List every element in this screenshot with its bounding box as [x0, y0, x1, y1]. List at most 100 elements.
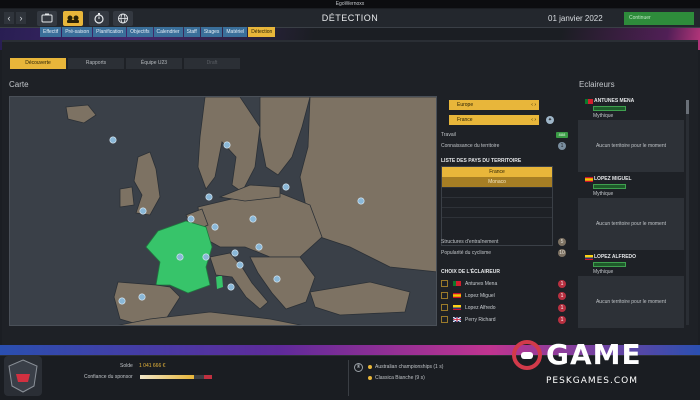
watermark-main: GAME — [546, 338, 642, 371]
scout-rating-bar — [593, 184, 626, 189]
list-row-empty — [442, 217, 552, 227]
team-logo[interactable] — [4, 356, 42, 396]
region-value: Europe — [457, 102, 474, 108]
tab-staff[interactable]: Staff — [183, 27, 200, 37]
scouts-scrollbar[interactable] — [686, 100, 689, 325]
shuffle-icon[interactable]: ✦ — [546, 116, 554, 124]
training-structures-badge: 5 — [558, 238, 566, 246]
handshake-icon[interactable] — [63, 11, 83, 26]
scrollbar-thumb[interactable] — [686, 100, 689, 114]
europe-map[interactable] — [9, 96, 437, 326]
scout-rating-bar — [593, 106, 626, 111]
chevron-down-icon: ‹ › — [531, 102, 536, 108]
subtab-equipe-u23[interactable]: Équipe U23 — [126, 58, 182, 69]
continue-button[interactable]: Continuer — [624, 12, 694, 25]
subtab-draft: Draft — [184, 58, 240, 69]
work-badge: 888 — [556, 132, 568, 138]
countries-list-title: LISTE DES PAYS DU TERRITOIRE — [441, 158, 522, 164]
sponsor-confidence-fill — [140, 375, 194, 379]
scout-choice-title: CHOIX DE L'ÉCLAIREUR — [441, 269, 500, 275]
stopwatch-icon[interactable] — [89, 11, 109, 26]
subtab-rapports[interactable]: Rapports — [68, 58, 124, 69]
checkbox[interactable] — [441, 304, 448, 311]
spain-flag-icon — [585, 177, 593, 182]
gamepad-logo-icon — [512, 340, 542, 370]
window-title: EgoWernoxx — [335, 1, 365, 7]
checkbox[interactable] — [441, 292, 448, 299]
cycling-popularity-label: Popularité du cyclisme — [441, 250, 492, 256]
competition-dot — [368, 365, 372, 369]
team-icon[interactable] — [37, 11, 57, 26]
subtabs: Découverte Rapports Équipe U23 Draft — [10, 58, 240, 69]
checkbox[interactable] — [441, 280, 448, 287]
tab-planification[interactable]: Planification — [93, 27, 127, 37]
training-structures-label: Structures d'entraînement — [441, 239, 499, 245]
balance-value: 1 041 666 € — [139, 363, 166, 369]
competition-count: (1 s) — [433, 364, 444, 370]
scout-rank: Mythique — [593, 113, 614, 119]
scout-choice-name: Lopez Miguel — [465, 293, 495, 299]
sponsor-confidence-bar — [140, 375, 212, 379]
scout-choice-badge: 1 — [558, 280, 566, 288]
scout-choice-row[interactable]: Perry Richard 1 — [441, 315, 566, 325]
current-date: 01 janvier 2022 — [548, 14, 603, 23]
tab-effectif[interactable]: Effectif — [40, 27, 62, 37]
game-screen: EgoWernoxx ‹ › DÉTECTION 01 janvier 2022… — [0, 0, 700, 400]
territory-knowledge-badge: 1 — [558, 142, 566, 150]
tab-detection[interactable]: Détection — [248, 27, 276, 37]
scout-choice-row[interactable]: Antunes Mena 1 — [441, 279, 566, 289]
scout-rating-bar — [593, 262, 626, 267]
map-title: Carte — [9, 80, 29, 89]
tab-stages[interactable]: Stages — [200, 27, 223, 37]
list-row-empty — [442, 197, 552, 207]
list-item[interactable]: Monaco — [442, 177, 552, 187]
scout-choice-row[interactable]: Lopez Alfredo 1 — [441, 303, 566, 313]
balance-label: Solde — [120, 363, 133, 369]
scouts-list: ANTUNES MENA Mythique Aucun territoire p… — [578, 98, 688, 343]
region-dropdown[interactable]: Europe ‹ › — [449, 100, 539, 110]
colombia-flag-icon — [585, 255, 593, 260]
tab-materiel[interactable]: Matériel — [223, 27, 248, 37]
competition-count: (9 s) — [414, 375, 425, 381]
page-title: DÉTECTION — [321, 13, 379, 23]
subtab-decouverte[interactable]: Découverte — [10, 58, 66, 69]
portugal-flag-icon — [585, 99, 593, 104]
scout-choice-name: Perry Richard — [465, 317, 496, 323]
main-header: ‹ › DÉTECTION 01 janvier 2022 Continuer — [0, 9, 700, 28]
cycling-popularity-badge: 10 — [558, 249, 566, 257]
trophy-icon: ♜ — [354, 363, 363, 372]
country-dropdown[interactable]: France ‹ › — [449, 115, 539, 125]
tab-pre-saison[interactable]: Pré-saison — [62, 27, 93, 37]
scout-name: ANTUNES MENA — [594, 98, 635, 104]
window-titlebar: EgoWernoxx — [0, 0, 700, 8]
scout-rank: Mythique — [593, 191, 614, 197]
scout-choice-row[interactable]: Lopez Miguel 1 — [441, 291, 566, 301]
tab-calendrier[interactable]: Calendrier — [153, 27, 183, 37]
sponsor-label: Confiance du sponsor — [84, 374, 133, 380]
watermark-sub: PESKGAMES.COM — [546, 376, 639, 386]
country-value: France — [457, 117, 473, 123]
forward-arrow-icon[interactable]: › — [16, 12, 26, 24]
watermark: GAME PESKGAMES.COM — [512, 338, 697, 398]
scout-territory-box[interactable]: Aucun territoire pour le moment — [578, 120, 684, 172]
scout-territory-box[interactable]: Aucun territoire pour le moment — [578, 276, 684, 328]
countries-list: France Monaco — [441, 166, 553, 246]
scout-choice-name: Antunes Mena — [465, 281, 498, 287]
portugal-flag-icon — [453, 281, 461, 286]
territory-panel: Europe ‹ › France ‹ › ✦ Travail 888 Conn… — [441, 96, 571, 326]
scout-name: LOPEZ MIGUEL — [594, 176, 632, 182]
scout-rank: Mythique — [593, 269, 614, 275]
scout-choice-name: Lopez Alfredo — [465, 305, 496, 311]
tab-objectifs[interactable]: Objectifs — [127, 27, 153, 37]
competition-item[interactable]: Classica Bianche (9 s) — [375, 375, 425, 381]
list-item[interactable]: France — [442, 167, 552, 177]
colombia-flag-icon — [453, 305, 461, 310]
scout-choice-badge: 1 — [558, 292, 566, 300]
competition-name: Classica Bianche — [375, 375, 414, 381]
back-arrow-icon[interactable]: ‹ — [4, 12, 14, 24]
globe-icon[interactable] — [113, 11, 133, 26]
scout-territory-box[interactable]: Aucun territoire pour le moment — [578, 198, 684, 250]
scout-choice-badge: 1 — [558, 304, 566, 312]
competition-item[interactable]: Australian championships (1 s) — [375, 364, 443, 370]
checkbox[interactable] — [441, 316, 448, 323]
